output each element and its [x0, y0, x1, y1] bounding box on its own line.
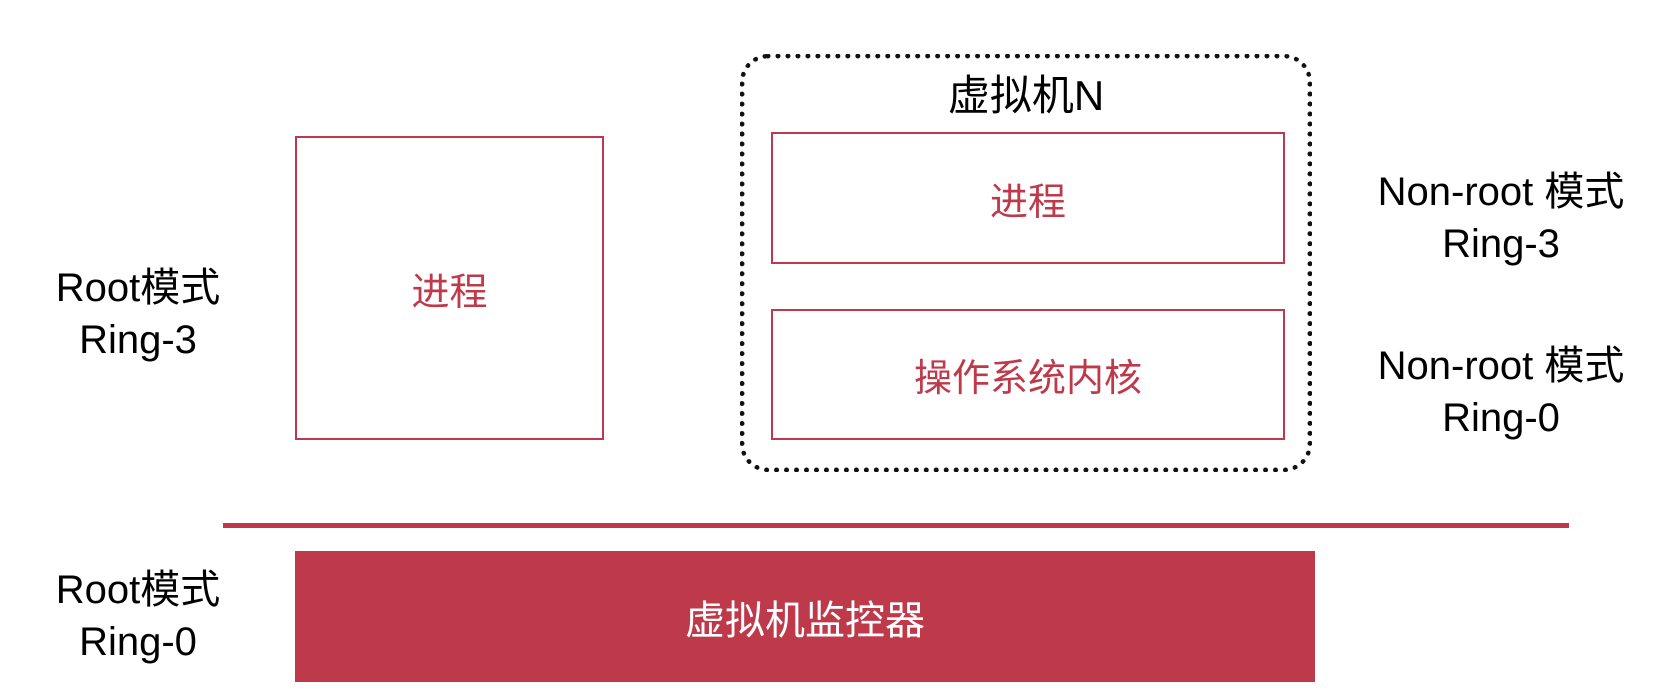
virtual-machine-title: 虚拟机N: [947, 72, 1105, 119]
nonroot-ring0-label: Non-root 模式 Ring-0: [1346, 340, 1656, 444]
vm-process-label: 进程: [989, 181, 1066, 224]
nonroot-ring3-ring: Ring-3: [1442, 222, 1560, 266]
hypervisor-box: 虚拟机监控器: [295, 551, 1315, 682]
vm-kernel-box: 操作系统内核: [771, 309, 1285, 440]
nonroot-ring0-mode: Non-root 模式: [1377, 344, 1625, 388]
host-process-box: 进程: [295, 136, 604, 440]
root-ring3-mode: Root模式: [55, 266, 221, 310]
root-ring3-label: Root模式 Ring-3: [38, 262, 238, 366]
vm-process-box: 进程: [771, 132, 1285, 264]
vm-kernel-label: 操作系统内核: [913, 358, 1142, 400]
nonroot-ring3-label: Non-root 模式 Ring-3: [1346, 166, 1656, 270]
root-ring0-ring: Ring-0: [79, 620, 197, 664]
nonroot-ring0-ring: Ring-0: [1442, 396, 1560, 440]
root-ring0-label: Root模式 Ring-0: [38, 564, 238, 668]
hypervisor-label: 虚拟机监控器: [685, 598, 925, 643]
nonroot-ring3-mode: Non-root 模式: [1377, 170, 1625, 214]
root-ring0-mode: Root模式: [55, 568, 221, 612]
privilege-divider-line: [223, 523, 1569, 528]
host-process-label: 进程: [411, 271, 488, 314]
root-ring3-ring: Ring-3: [79, 318, 197, 362]
